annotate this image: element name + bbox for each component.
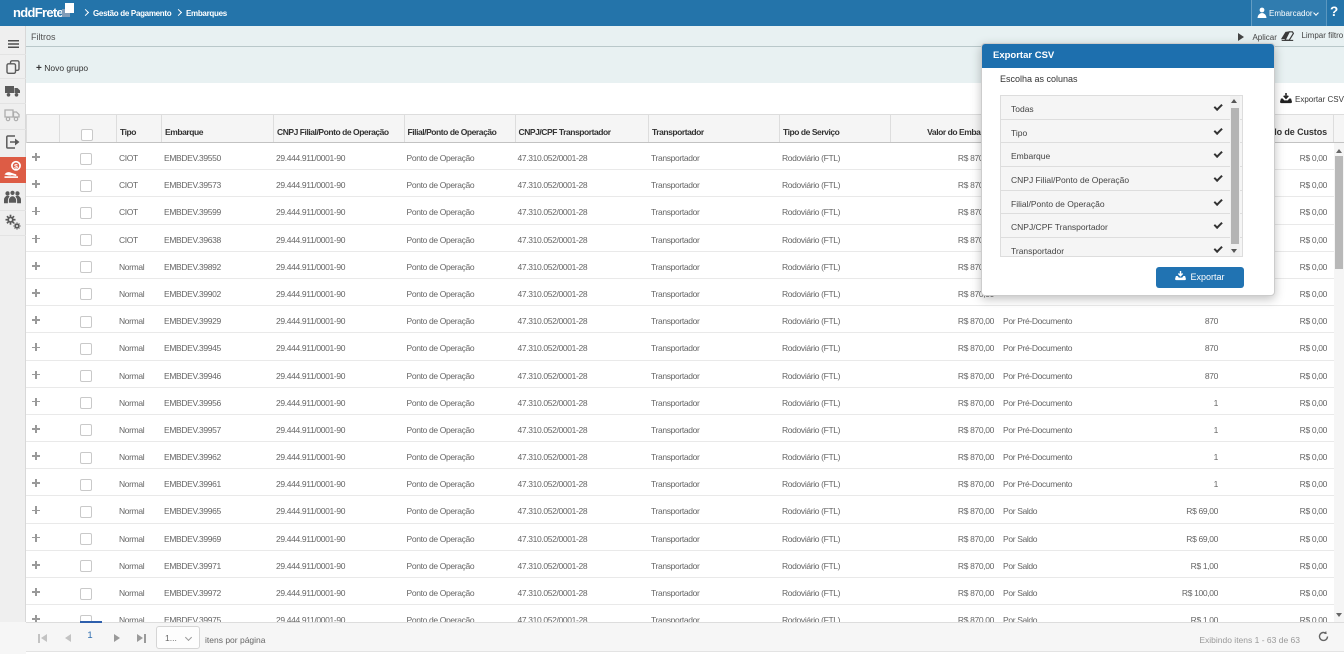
svg-text:$: $ [14,163,18,170]
